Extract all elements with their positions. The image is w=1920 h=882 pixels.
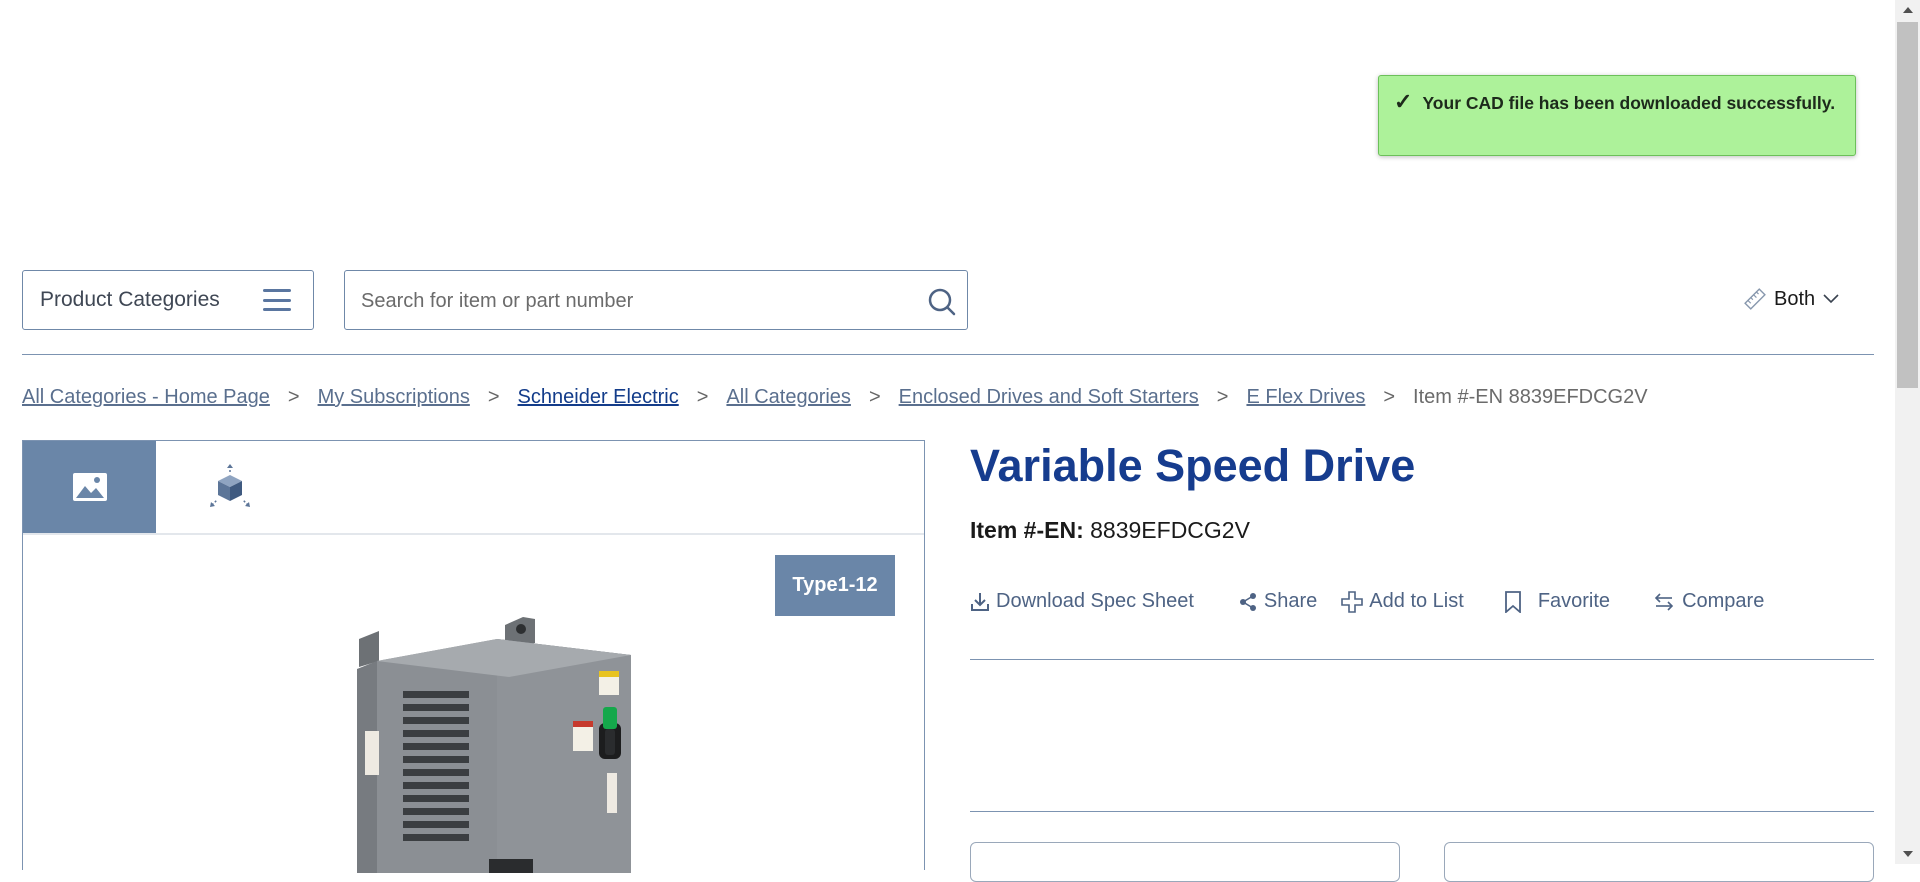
breadcrumb-separator: > — [1383, 386, 1396, 408]
download-icon — [971, 592, 989, 611]
compare-label: Compare — [1682, 590, 1765, 612]
favorite-button[interactable]: Favorite — [1504, 590, 1610, 613]
product-image — [357, 617, 631, 873]
scroll-up-arrow[interactable] — [1895, 0, 1920, 20]
download-spec-sheet-label: Download Spec Sheet — [996, 590, 1194, 612]
media-tabs — [23, 441, 924, 535]
section-divider — [970, 811, 1874, 812]
breadcrumb: All Categories - Home Page > My Subscrip… — [22, 386, 1648, 409]
product-categories-label: Product Categories — [40, 288, 220, 311]
item-number-value: 8839EFDCG2V — [1090, 517, 1250, 543]
search-box — [344, 270, 968, 331]
add-to-list-label: Add to List — [1369, 590, 1464, 612]
hamburger-menu-icon — [263, 289, 291, 311]
checkmark-icon: ✓ — [1394, 89, 1413, 114]
3d-cube-icon[interactable] — [206, 463, 254, 511]
chevron-down-icon — [1823, 294, 1839, 304]
header-divider — [22, 354, 1874, 355]
breadcrumb-e-flex-drives[interactable]: E Flex Drives — [1246, 386, 1365, 409]
breadcrumb-schneider-electric[interactable]: Schneider Electric — [518, 386, 679, 409]
share-icon — [1239, 592, 1256, 611]
caret-down-icon — [1902, 851, 1913, 857]
breadcrumb-separator: > — [696, 386, 709, 408]
compare-icon — [1654, 592, 1674, 611]
caret-up-icon — [1902, 7, 1913, 13]
bookmark-icon — [1504, 590, 1521, 613]
share-button[interactable]: Share — [1238, 590, 1317, 613]
breadcrumb-separator: > — [1216, 386, 1229, 408]
breadcrumb-separator: > — [287, 386, 300, 408]
product-media-panel: Type1-12 — [22, 440, 925, 873]
breadcrumb-separator: > — [868, 386, 881, 408]
add-to-list-icon — [1341, 590, 1364, 613]
share-label: Share — [1263, 590, 1318, 612]
enclosure-type-badge: Type1-12 — [775, 555, 895, 616]
breadcrumb-my-subscriptions[interactable]: My Subscriptions — [318, 386, 470, 409]
breadcrumb-current-item: Item #-EN 8839EFDCG2V — [1413, 386, 1648, 408]
breadcrumb-all-categories[interactable]: All Categories — [726, 386, 851, 409]
option-card-left[interactable] — [970, 842, 1400, 882]
breadcrumb-enclosed-drives[interactable]: Enclosed Drives and Soft Starters — [899, 386, 1199, 409]
download-spec-sheet-button[interactable]: Download Spec Sheet — [970, 590, 1194, 613]
download-success-toast: ✓ Your CAD file has been downloaded succe… — [1378, 75, 1856, 156]
product-actions: Download Spec Sheet Share Add to List Fa… — [970, 590, 1764, 613]
image-icon — [72, 473, 107, 501]
tab-image[interactable] — [23, 441, 156, 533]
product-title: Variable Speed Drive — [970, 440, 1416, 491]
breadcrumb-separator: > — [487, 386, 500, 408]
compare-button[interactable]: Compare — [1652, 590, 1764, 613]
item-number-label: Item #-EN: — [970, 517, 1084, 543]
breadcrumb-home[interactable]: All Categories - Home Page — [22, 386, 270, 409]
product-categories-button[interactable]: Product Categories — [22, 270, 314, 330]
add-to-list-button[interactable]: Add to List — [1341, 590, 1464, 613]
item-number: Item #-EN: 8839EFDCG2V — [970, 517, 1250, 544]
search-input[interactable] — [359, 271, 923, 331]
toast-message: Your CAD file has been downloaded succes… — [1422, 93, 1836, 113]
units-label: Both — [1774, 287, 1816, 310]
units-toggle[interactable]: Both — [1744, 284, 1839, 314]
actions-divider — [970, 659, 1874, 660]
scroll-down-arrow[interactable] — [1895, 844, 1920, 864]
scrollbar-thumb[interactable] — [1897, 22, 1918, 388]
ruler-icon — [1744, 288, 1766, 310]
option-card-right[interactable] — [1444, 842, 1874, 882]
search-icon[interactable] — [927, 287, 957, 317]
favorite-label: Favorite — [1537, 590, 1611, 612]
